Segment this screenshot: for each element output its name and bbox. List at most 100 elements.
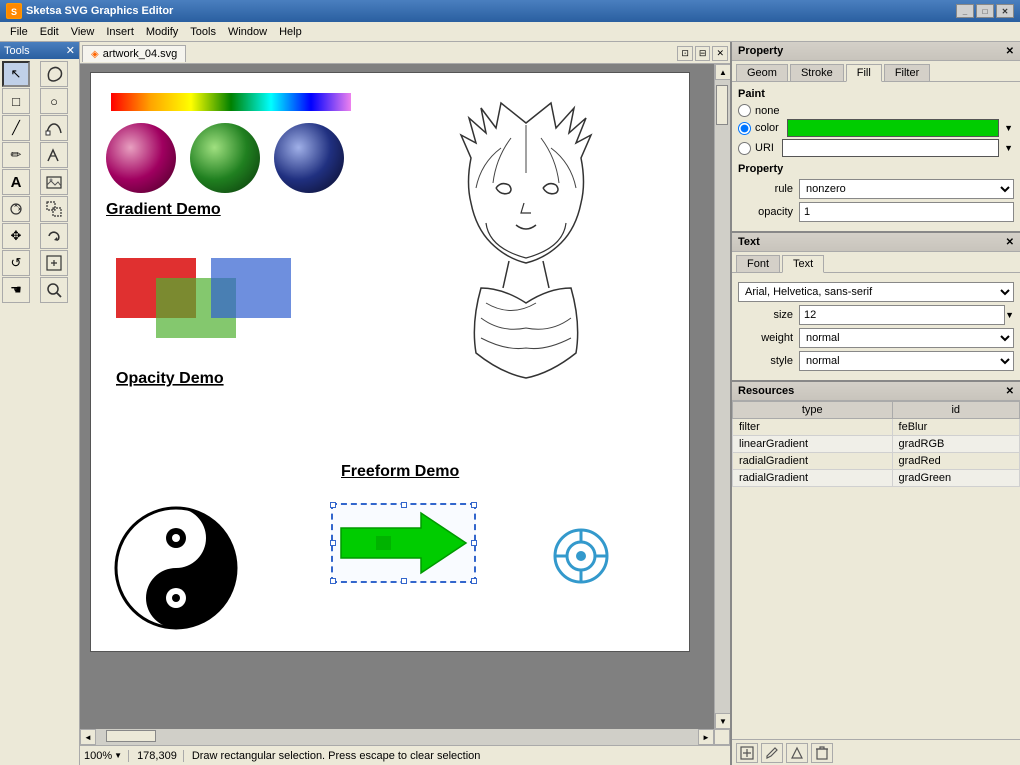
fill-tab-content: Paint none color ▼ URI xyxy=(732,81,1020,231)
tool-lasso[interactable] xyxy=(40,61,68,87)
doc-tab-controls: ⊡ ⊟ ✕ xyxy=(677,46,728,61)
maximize-button[interactable]: □ xyxy=(976,4,994,18)
tab-text[interactable]: Text xyxy=(782,255,824,273)
property-close-btn[interactable]: ✕ xyxy=(1006,46,1014,57)
scroll-track-v[interactable] xyxy=(715,80,730,713)
res-new-btn[interactable] xyxy=(736,743,758,763)
paint-color-radio[interactable] xyxy=(738,122,751,135)
vertical-scrollbar[interactable]: ▲ ▼ xyxy=(714,64,730,729)
resources-toolbar xyxy=(732,739,1020,765)
paint-none-option[interactable]: none xyxy=(738,104,1014,117)
status-bar: 100% ▼ 178,309 Draw rectangular selectio… xyxy=(80,745,730,765)
resources-close-btn[interactable]: ✕ xyxy=(1006,386,1014,397)
text-close-btn[interactable]: ✕ xyxy=(1006,237,1014,248)
size-dropdown-icon[interactable]: ▼ xyxy=(1005,310,1014,320)
menu-insert[interactable]: Insert xyxy=(100,24,140,40)
color-swatch[interactable] xyxy=(787,119,999,137)
scroll-left-btn[interactable]: ◄ xyxy=(80,729,96,745)
freeform-demo-label: Freeform Demo xyxy=(341,463,459,481)
tool-text[interactable]: A xyxy=(2,169,30,195)
paint-label: Paint xyxy=(738,88,1014,100)
menu-tools[interactable]: Tools xyxy=(184,24,222,40)
table-row[interactable]: radialGradient gradRed xyxy=(733,453,1020,470)
horizontal-scrollbar[interactable]: ◄ ► xyxy=(80,729,714,745)
size-input[interactable] xyxy=(799,305,1005,325)
tool-transform[interactable] xyxy=(2,196,30,222)
gradient-demo-label: Gradient Demo xyxy=(106,201,221,219)
menu-window[interactable]: Window xyxy=(222,24,273,40)
scroll-track-h[interactable] xyxy=(96,729,698,745)
tool-zoom[interactable] xyxy=(40,277,68,303)
doc-minimize-btn[interactable]: ⊟ xyxy=(695,46,711,61)
menu-modify[interactable]: Modify xyxy=(140,24,184,40)
table-row[interactable]: radialGradient gradGreen xyxy=(733,470,1020,487)
scroll-down-btn[interactable]: ▼ xyxy=(715,713,730,729)
tool-rectangle[interactable]: □ xyxy=(2,88,30,114)
scroll-right-btn[interactable]: ► xyxy=(698,729,714,745)
res-edit-btn[interactable] xyxy=(761,743,783,763)
menu-file[interactable]: File xyxy=(4,24,34,40)
tool-bezier[interactable] xyxy=(40,115,68,141)
font-family-select[interactable]: Arial, Helvetica, sans-serif xyxy=(738,282,1014,302)
tab-fill[interactable]: Fill xyxy=(846,64,882,82)
tools-panel-close[interactable]: ✕ xyxy=(66,44,75,57)
scroll-up-btn[interactable]: ▲ xyxy=(715,64,730,80)
zoom-dropdown-icon[interactable]: ▼ xyxy=(114,751,122,760)
color-dropdown-icon[interactable]: ▼ xyxy=(1003,122,1014,134)
tool-zoom-fit[interactable] xyxy=(40,250,68,276)
tool-ellipse[interactable]: ○ xyxy=(40,88,68,114)
tools-panel: Tools ✕ ↖ □ ○ ╱ ✏ A xyxy=(0,42,80,765)
document-tab[interactable]: ◈ artwork_04.svg xyxy=(82,45,186,62)
uri-input[interactable] xyxy=(782,139,999,157)
minimize-button[interactable]: _ xyxy=(956,4,974,18)
weight-select[interactable]: normal bold xyxy=(799,328,1014,348)
doc-close-btn[interactable]: ✕ xyxy=(712,46,728,61)
sphere-green xyxy=(190,123,260,193)
style-select[interactable]: normal italic xyxy=(799,351,1014,371)
opacity-row: opacity xyxy=(738,202,1014,222)
paint-uri-label: URI xyxy=(755,142,774,154)
res-add-btn[interactable] xyxy=(786,743,808,763)
table-row[interactable]: filter feBlur xyxy=(733,419,1020,436)
tool-pencil2[interactable] xyxy=(40,142,68,168)
menu-view[interactable]: View xyxy=(65,24,101,40)
tool-image[interactable] xyxy=(40,169,68,195)
crosshair-target xyxy=(551,526,611,586)
tool-move[interactable]: ✥ xyxy=(2,223,30,249)
tab-stroke[interactable]: Stroke xyxy=(790,64,844,81)
tool-undo[interactable]: ↺ xyxy=(2,250,30,276)
res-delete-btn[interactable] xyxy=(811,743,833,763)
zoom-value: 100% xyxy=(84,750,112,762)
zoom-control[interactable]: 100% ▼ xyxy=(84,750,129,762)
opacity-input[interactable] xyxy=(799,202,1014,222)
paint-color-option[interactable]: color ▼ xyxy=(738,119,1014,137)
close-button[interactable]: ✕ xyxy=(996,4,1014,18)
canvas-content: Gradient Demo Opacity Demo xyxy=(90,72,690,652)
canvas-wrapper[interactable]: Gradient Demo Opacity Demo xyxy=(80,64,714,729)
tab-geom[interactable]: Geom xyxy=(736,64,788,81)
weight-label: weight xyxy=(738,332,793,344)
resources-scroll[interactable]: type id filter feBlur linearGradient gra… xyxy=(732,401,1020,739)
table-row[interactable]: linearGradient gradRGB xyxy=(733,436,1020,453)
doc-restore-btn[interactable]: ⊡ xyxy=(677,46,693,61)
rule-select[interactable]: nonzero evenodd xyxy=(799,179,1014,199)
font-size-row: size ▼ xyxy=(738,305,1014,325)
uri-dropdown-icon[interactable]: ▼ xyxy=(1003,142,1014,154)
tool-group[interactable] xyxy=(40,196,68,222)
tool-rotate[interactable] xyxy=(40,223,68,249)
paint-uri-radio[interactable] xyxy=(738,142,751,155)
tool-pencil[interactable]: ✏ xyxy=(2,142,30,168)
tab-font[interactable]: Font xyxy=(736,255,780,272)
tab-filter[interactable]: Filter xyxy=(884,64,930,81)
paint-uri-option[interactable]: URI ▼ xyxy=(738,139,1014,157)
app-title: Sketsa SVG Graphics Editor xyxy=(26,5,173,17)
menu-help[interactable]: Help xyxy=(273,24,308,40)
paint-none-radio[interactable] xyxy=(738,104,751,117)
text-panel-tabs: Font Text Arial, Helvetica, sans-serif s… xyxy=(732,252,1020,380)
status-message: Draw rectangular selection. Press escape… xyxy=(192,750,481,762)
tool-pan[interactable]: ☚ xyxy=(2,277,30,303)
tool-select[interactable]: ↖ xyxy=(2,61,30,87)
rule-row: rule nonzero evenodd xyxy=(738,179,1014,199)
menu-edit[interactable]: Edit xyxy=(34,24,65,40)
tool-line[interactable]: ╱ xyxy=(2,115,30,141)
